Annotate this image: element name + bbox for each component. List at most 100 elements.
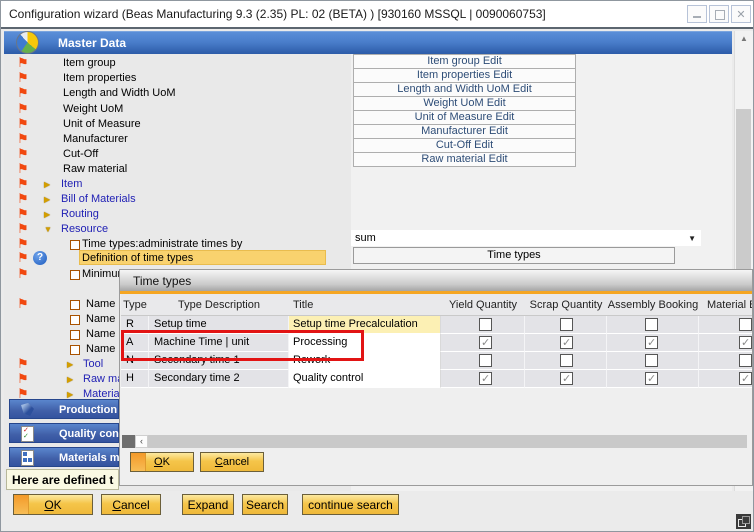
column-header-assembly-booking[interactable]: Assembly Booking [607,294,699,316]
cancel-button[interactable]: Cancel [101,494,161,515]
cell-title[interactable]: Processing [289,334,441,352]
cell-assembly [607,370,699,388]
column-header-type[interactable]: Type [121,294,149,316]
expand-arrow-icon[interactable]: ▶ [67,390,73,399]
resize-grip-icon[interactable] [736,514,751,529]
tree-item-length-width-uom[interactable]: ⚑Length and Width UoM [4,86,348,101]
collapse-arrow-icon[interactable]: ▼ [44,225,52,234]
default-button-stripe [131,453,146,471]
yield-checkbox[interactable] [479,372,492,385]
flag-icon: ⚑ [17,237,29,250]
scrap-checkbox[interactable] [560,318,573,331]
sidebar-item-production[interactable]: Production [9,399,119,419]
material-checkbox[interactable] [739,336,752,349]
continue-search-button[interactable]: continue search [302,494,399,515]
scrap-checkbox[interactable] [560,336,573,349]
scrap-checkbox[interactable] [560,354,573,367]
cell-yield [441,334,525,352]
tree-item-raw-material[interactable]: ⚑Raw material [4,162,348,177]
flag-icon: ⚑ [17,147,29,160]
cell-title[interactable]: Setup time Precalculation [289,316,441,334]
maximize-button[interactable] [709,5,729,23]
help-icon[interactable]: ? [33,251,47,265]
cell-scrap [525,316,607,334]
tree-item-cut-off[interactable]: ⚑Cut-Off [4,147,348,162]
column-header-material-booking[interactable]: Material Booking [699,294,753,316]
manufacturer-edit-button[interactable]: Manufacturer Edit [353,124,576,139]
expand-arrow-icon[interactable]: ▶ [44,210,50,219]
tree-checkbox-icon[interactable] [70,345,80,355]
dialog-ok-button[interactable]: OK [130,452,194,472]
tree-item-routing[interactable]: ⚑▶Routing [4,207,348,222]
flag-icon: ⚑ [17,251,29,264]
column-header-yield-quantity[interactable]: Yield Quantity [441,294,525,316]
tree-item-item[interactable]: ⚑▶Item [4,177,348,192]
flag-icon: ⚑ [17,56,29,69]
yield-checkbox[interactable] [479,336,492,349]
material-checkbox[interactable] [739,354,752,367]
ok-button[interactable]: OK [13,494,93,515]
column-header-title[interactable]: Title [289,294,441,316]
scrap-checkbox[interactable] [560,372,573,385]
tree-item-definition-of-time-types[interactable]: ⚑?Definition of time types [4,251,348,266]
scroll-up-icon[interactable]: ▲ [735,32,753,46]
horizontal-scrollbar[interactable] [148,435,747,448]
scroll-left-icon[interactable]: ‹ [135,435,148,448]
cut-off-edit-button[interactable]: Cut-Off Edit [353,138,576,153]
tree-checkbox-icon[interactable] [70,315,80,325]
assembly-checkbox[interactable] [645,318,658,331]
item-properties-edit-button[interactable]: Item properties Edit [353,68,576,83]
expand-arrow-icon[interactable]: ▶ [44,180,50,189]
tree-checkbox-icon[interactable] [70,240,80,250]
dialog-title-bar[interactable]: Time types [120,270,752,291]
tree-checkbox-icon[interactable] [70,300,80,310]
yield-checkbox[interactable] [479,354,492,367]
expand-arrow-icon[interactable]: ▶ [67,375,73,384]
material-checkbox[interactable] [739,318,752,331]
sidebar-item-materials-management[interactable]: Materials management [9,447,119,467]
tree-checkbox-icon[interactable] [70,330,80,340]
expand-arrow-icon[interactable]: ▶ [44,195,50,204]
production-icon [20,402,35,417]
assembly-checkbox[interactable] [645,372,658,385]
length-width-uom-edit-button[interactable]: Length and Width UoM Edit [353,82,576,97]
sidebar-item-quality-control[interactable]: ✓✓ Quality control [9,423,119,443]
expand-arrow-icon[interactable]: ▶ [67,360,73,369]
material-checkbox[interactable] [739,372,752,385]
time-types-button[interactable]: Time types [353,247,675,264]
item-group-edit-button[interactable]: Item group Edit [353,54,576,69]
tree-item-manufacturer[interactable]: ⚑Manufacturer [4,132,348,147]
flag-icon: ⚑ [17,192,29,205]
search-button[interactable]: Search [242,494,288,515]
tree-item-item-group[interactable]: ⚑Item group [4,56,348,71]
materials-management-icon [20,450,35,465]
title-bar: Configuration wizard (Beas Manufacturing… [1,1,753,29]
assembly-checkbox[interactable] [645,336,658,349]
minimize-button[interactable] [687,5,707,23]
dialog-cancel-button[interactable]: Cancel [200,452,264,472]
column-header-type-description[interactable]: Type Description [149,294,289,316]
tree-item-item-properties[interactable]: ⚑Item properties [4,71,348,86]
cell-title[interactable]: Rework [289,352,441,370]
master-data-header[interactable]: Master Data [4,31,732,54]
tree-item-weight-uom[interactable]: ⚑Weight UoM [4,102,348,117]
raw-material-edit-button[interactable]: Raw material Edit [353,152,576,167]
tree-item-resource[interactable]: ⚑▼Resource [4,222,348,237]
flag-icon: ⚑ [17,86,29,99]
administrate-times-dropdown[interactable]: sum ▼ [351,230,701,246]
column-header-scrap-quantity[interactable]: Scrap Quantity [525,294,607,316]
hscrollbar-thumb[interactable] [122,435,135,448]
cell-title[interactable]: Quality control [289,370,441,388]
chevron-down-icon[interactable]: ▼ [688,234,696,243]
yield-checkbox[interactable] [479,318,492,331]
unit-of-measure-edit-button[interactable]: Unit of Measure Edit [353,110,576,125]
tree-item-bill-of-materials[interactable]: ⚑▶Bill of Materials [4,192,348,207]
assembly-checkbox[interactable] [645,354,658,367]
tree-item-unit-of-measure[interactable]: ⚑Unit of Measure [4,117,348,132]
default-button-stripe [14,495,29,514]
weight-uom-edit-button[interactable]: Weight UoM Edit [353,96,576,111]
tree-checkbox-icon[interactable] [70,270,80,280]
expand-button[interactable]: Expand [182,494,234,515]
close-button[interactable]: ✕ [731,5,751,23]
cell-yield [441,352,525,370]
